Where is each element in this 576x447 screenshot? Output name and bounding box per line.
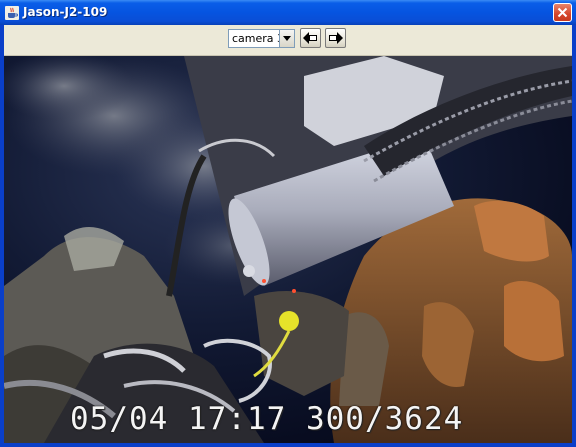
- timestamp-overlay: 05/04 17:17 300/3624: [70, 401, 464, 437]
- arrow-left-icon: [303, 32, 317, 44]
- previous-camera-button[interactable]: [300, 28, 321, 48]
- camera-video-feed: 05/04 17:17 300/3624: [4, 56, 572, 443]
- window-title: Jason-J2-109: [23, 5, 108, 19]
- underwater-scene-image: [4, 56, 572, 443]
- toolbar: camera 3: [4, 25, 572, 56]
- arrow-right-icon: [329, 32, 343, 44]
- camera-select[interactable]: camera 3: [228, 29, 295, 48]
- java-cup-icon: [5, 5, 19, 20]
- chevron-down-icon: [283, 36, 291, 41]
- camera-select-dropdown-button[interactable]: [279, 30, 294, 47]
- title-bar[interactable]: Jason-J2-109: [0, 0, 576, 25]
- next-camera-button[interactable]: [325, 28, 346, 48]
- close-button[interactable]: [553, 3, 572, 22]
- close-icon: [557, 7, 568, 18]
- camera-select-value: camera 3: [232, 32, 285, 45]
- client-area: camera 3 05/04 17:17 300/3624: [4, 25, 572, 443]
- app-window: Jason-J2-109 camera 3 05/04 17:17 300/36…: [0, 0, 576, 447]
